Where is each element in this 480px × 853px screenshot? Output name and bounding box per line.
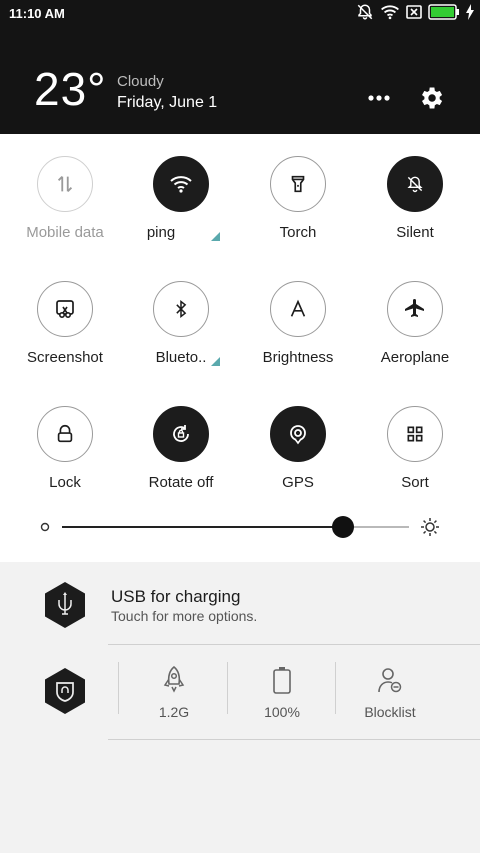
toggle-label: Screenshot xyxy=(27,349,103,366)
toggle-screenshot[interactable]: Screenshot xyxy=(10,281,120,366)
blocklist-person-icon xyxy=(378,668,402,693)
date-label: Friday, June 1 xyxy=(117,94,218,111)
wifi-icon xyxy=(170,176,192,193)
toggle-sort[interactable]: Sort xyxy=(360,406,470,491)
toggle-aeroplane[interactable]: Aeroplane xyxy=(360,281,470,366)
toggle-label: Brightness xyxy=(262,349,334,366)
toggle-circle xyxy=(387,281,443,337)
toggle-circle xyxy=(37,281,93,337)
status-bar: 11:10 AM xyxy=(0,0,480,28)
toggle-circle xyxy=(270,281,326,337)
toggle-label: Sort xyxy=(401,474,429,491)
more-dots-icon xyxy=(368,95,390,101)
brightness-high-icon xyxy=(421,518,439,536)
notification-subtitle: Touch for more options. xyxy=(111,608,258,624)
divider xyxy=(118,662,119,714)
battery-icon xyxy=(428,3,460,25)
brightness-a-icon xyxy=(290,299,306,317)
charging-icon xyxy=(466,3,474,25)
wifi-expand-indicator[interactable] xyxy=(211,232,220,241)
toggle-label: Aeroplane xyxy=(380,349,450,366)
usb-notification[interactable]: USB for charging Touch for more options. xyxy=(0,562,480,644)
brightness-low-icon xyxy=(40,522,50,532)
toggle-torch[interactable]: Torch xyxy=(243,156,353,241)
status-time: 11:10 AM xyxy=(9,6,65,21)
rocket-icon xyxy=(163,665,185,693)
toggle-circle xyxy=(37,156,93,212)
divider xyxy=(108,644,480,645)
screenshot-icon xyxy=(56,300,74,319)
data-arrows-icon xyxy=(57,176,73,192)
cleaner-tool[interactable]: 1.2G xyxy=(120,665,228,720)
battery-outline-icon xyxy=(273,667,291,694)
security-shield-icon[interactable] xyxy=(40,666,90,716)
bluetooth-icon xyxy=(176,299,187,319)
rotate-lock-icon xyxy=(173,425,189,442)
toggle-bluetooth[interactable]: Blueto.. xyxy=(126,281,236,366)
toggle-label: Lock xyxy=(49,474,81,491)
toggle-circle xyxy=(153,281,209,337)
quick-toggles-panel: Mobile data ping Torch Silent Screenshot… xyxy=(0,134,480,562)
lock-icon xyxy=(57,424,73,443)
toggle-label: Rotate off xyxy=(148,474,214,491)
aeroplane-icon xyxy=(405,299,424,317)
usb-trident-icon xyxy=(45,582,85,628)
gear-icon xyxy=(422,87,443,109)
tool-label: Blocklist xyxy=(364,704,416,720)
slider-knob[interactable] xyxy=(332,516,355,538)
weather-header: 11:10 AM 23° Cloudy Friday, June 1 xyxy=(0,0,480,134)
toggle-label: Silent xyxy=(396,224,434,241)
gps-icon xyxy=(290,425,306,445)
toggle-circle xyxy=(37,406,93,462)
battery-tool[interactable]: 100% xyxy=(228,665,336,720)
toggle-label: Torch xyxy=(279,224,317,241)
sort-grid-icon xyxy=(407,426,423,442)
divider xyxy=(108,739,480,740)
tool-label: 100% xyxy=(264,704,300,720)
notification-area: USB for charging Touch for more options.… xyxy=(0,562,480,853)
slider-fill xyxy=(62,526,344,528)
silent-bell-icon xyxy=(407,176,423,193)
settings-button[interactable] xyxy=(417,84,445,112)
toggle-circle xyxy=(387,156,443,212)
more-button[interactable] xyxy=(364,86,394,110)
no-sim-icon xyxy=(406,4,422,24)
toggle-rotate[interactable]: Rotate off xyxy=(126,406,236,491)
mute-icon xyxy=(356,3,374,26)
toggle-label: GPS xyxy=(282,474,314,491)
toggle-gps[interactable]: GPS xyxy=(243,406,353,491)
toggle-lock[interactable]: Lock xyxy=(10,406,120,491)
bluetooth-expand-indicator[interactable] xyxy=(211,357,220,366)
status-icons xyxy=(356,3,474,26)
toggle-brightness[interactable]: Brightness xyxy=(243,281,353,366)
toggle-circle xyxy=(153,406,209,462)
brightness-slider[interactable] xyxy=(40,514,440,540)
blocklist-tool[interactable]: Blocklist xyxy=(336,665,444,720)
toggle-wifi[interactable]: ping xyxy=(126,156,236,241)
notification-title: USB for charging xyxy=(111,587,241,606)
toggle-circle xyxy=(153,156,209,212)
toggle-circle xyxy=(387,406,443,462)
toggle-silent[interactable]: Silent xyxy=(360,156,470,241)
wifi-icon xyxy=(380,4,400,25)
toggle-circle xyxy=(270,406,326,462)
toggle-circle xyxy=(270,156,326,212)
tool-label: 1.2G xyxy=(158,704,190,720)
temperature: 23° xyxy=(34,63,107,115)
weather-condition: Cloudy xyxy=(117,73,164,90)
torch-icon xyxy=(291,175,305,193)
